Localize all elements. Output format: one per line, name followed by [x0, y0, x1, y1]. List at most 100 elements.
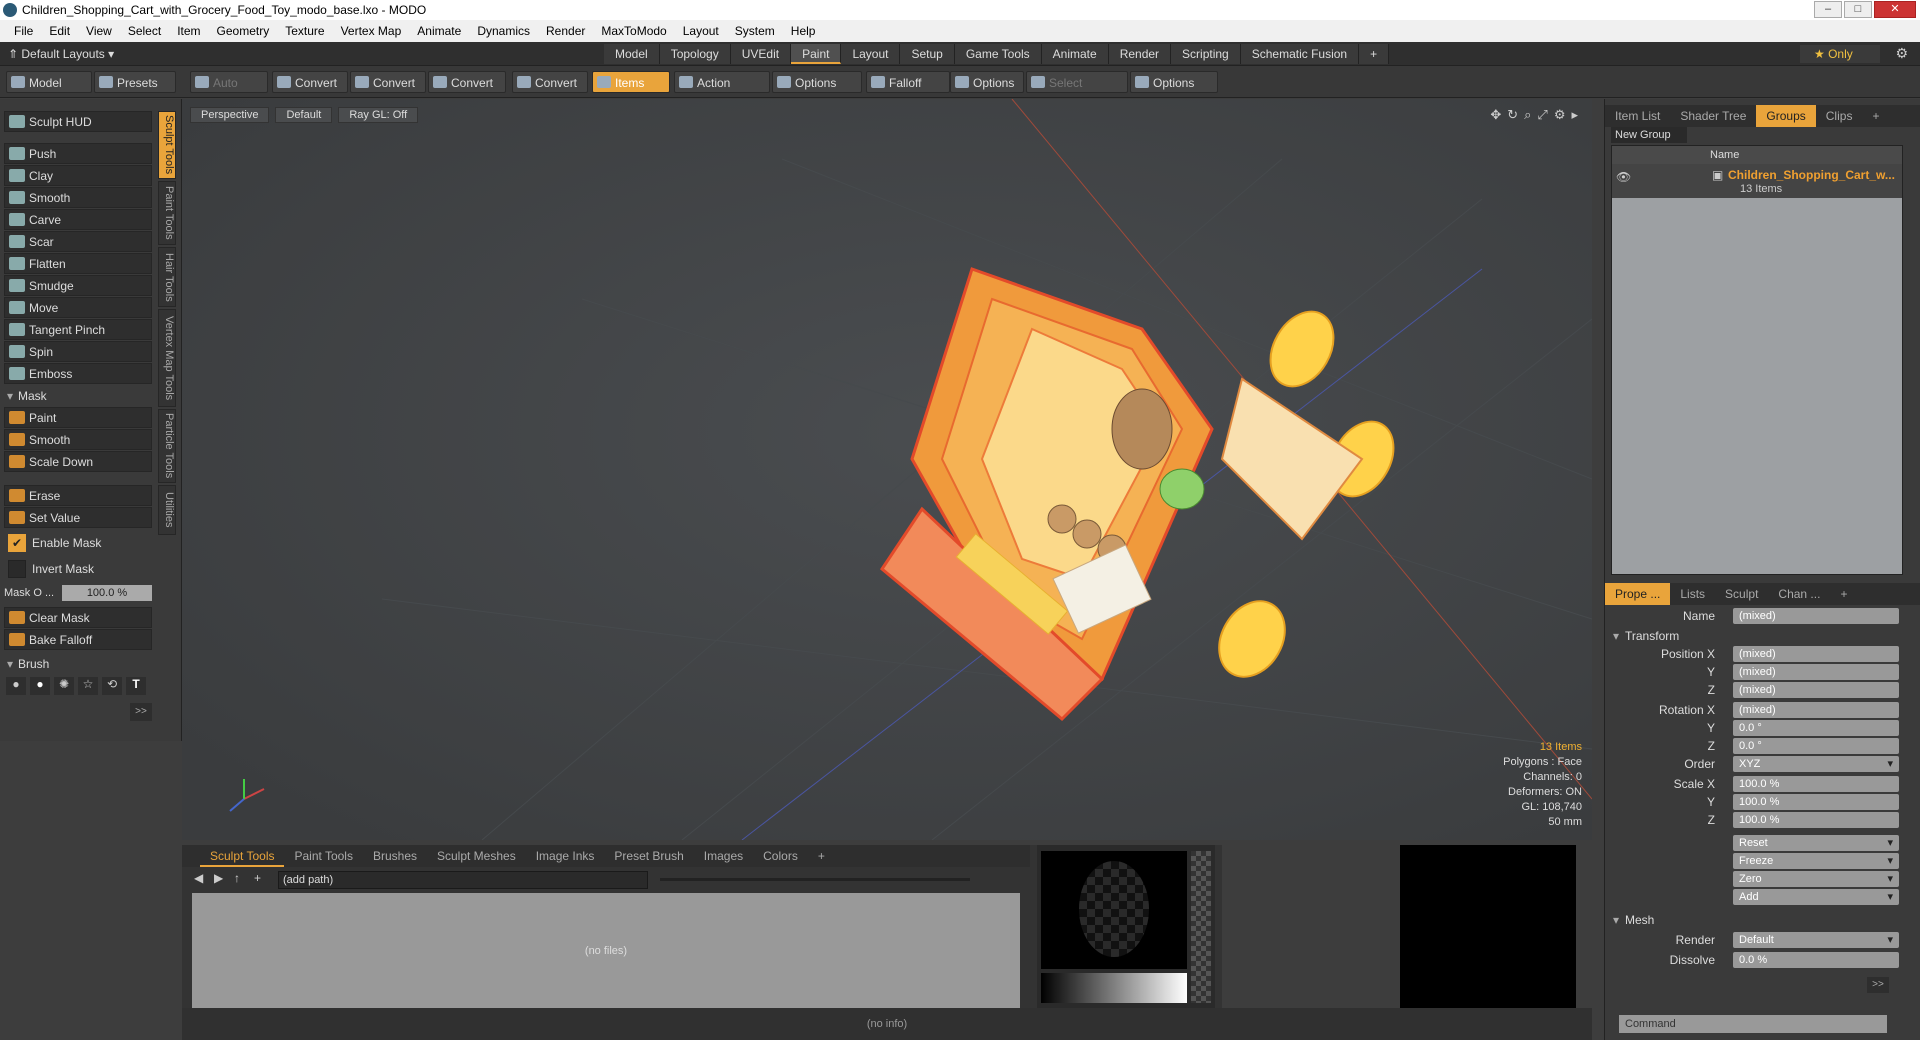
clear-mask-button[interactable]: Clear Mask	[4, 607, 152, 628]
tab-brushes[interactable]: Brushes	[363, 845, 427, 867]
more-button[interactable]: >>	[130, 703, 152, 721]
tool-push[interactable]: Push	[4, 143, 152, 164]
file-browser[interactable]: (no files)	[192, 893, 1020, 1009]
menu-animate[interactable]: Animate	[409, 24, 469, 38]
reset-dropdown[interactable]: Reset	[1733, 835, 1899, 851]
menu-item[interactable]: Item	[169, 24, 208, 38]
tab-schematic-fusion[interactable]: Schematic Fusion	[1240, 44, 1360, 64]
tool-emboss[interactable]: Emboss	[4, 363, 152, 384]
tab-sculpt[interactable]: Sculpt	[1715, 583, 1768, 605]
rotation-y-field[interactable]: 0.0 °	[1733, 720, 1899, 736]
falloff-options-button[interactable]: Options	[950, 71, 1024, 93]
tab-clips[interactable]: Clips	[1816, 105, 1863, 127]
scale-z-field[interactable]: 100.0 %	[1733, 812, 1899, 828]
text-brush-icon[interactable]: T	[126, 677, 146, 695]
menu-vertex-map[interactable]: Vertex Map	[333, 24, 410, 38]
select-options-button[interactable]: Options	[1130, 71, 1218, 93]
tab-game-tools[interactable]: Game Tools	[954, 44, 1042, 64]
falloff-button[interactable]: Falloff	[866, 71, 950, 93]
select-through-button[interactable]: Select Through	[1026, 71, 1128, 112]
brush-section-header[interactable]: Brush	[4, 655, 152, 673]
invert-mask-checkbox[interactable]: Invert Mask	[4, 559, 152, 580]
add-icon[interactable]: +	[254, 871, 261, 885]
new-group-button[interactable]: New Group	[1611, 127, 1687, 143]
render-dropdown[interactable]: Default	[1733, 932, 1899, 948]
sculpt-hud-button[interactable]: Sculpt HUD	[4, 111, 152, 132]
star-brush-icon[interactable]: ☆	[78, 677, 98, 695]
menu-layout[interactable]: Layout	[675, 24, 727, 38]
menu-render[interactable]: Render	[538, 24, 593, 38]
mask-erase-button[interactable]: Erase	[4, 485, 152, 506]
tool-spin[interactable]: Spin	[4, 341, 152, 362]
tab-item-list[interactable]: Item List	[1605, 105, 1670, 127]
menu-maxtomodo[interactable]: MaxToModo	[593, 24, 674, 38]
more-properties-button[interactable]: >>	[1867, 977, 1889, 993]
shading-dropdown[interactable]: Default	[275, 107, 333, 123]
fit-icon[interactable]: ⤢	[1537, 107, 1547, 123]
tab-layout[interactable]: Layout	[841, 44, 901, 64]
tool-flatten[interactable]: Flatten	[4, 253, 152, 274]
tab-render[interactable]: Render	[1108, 44, 1172, 64]
hard-brush-icon[interactable]: ●	[30, 677, 50, 695]
viewport-menu-icon[interactable]: ▸	[1571, 107, 1578, 123]
scale-x-field[interactable]: 100.0 %	[1733, 776, 1899, 792]
tool-carve[interactable]: Carve	[4, 209, 152, 230]
position-z-field[interactable]: (mixed)	[1733, 682, 1899, 698]
menu-edit[interactable]: Edit	[41, 24, 78, 38]
tool-tangent-pinch[interactable]: Tangent Pinch	[4, 319, 152, 340]
name-field[interactable]: (mixed)	[1733, 608, 1899, 624]
vtab-particle-tools[interactable]: Particle Tools	[158, 409, 176, 483]
rotate-icon[interactable]: ↻	[1507, 107, 1518, 123]
3d-viewport[interactable]: Perspective Default Ray GL: Off ✥ ↻ ⌕ ⤢ …	[182, 99, 1592, 840]
add-tab-button[interactable]: +	[1359, 44, 1390, 64]
items-button[interactable]: Items 5	[592, 71, 670, 112]
tab-image-inks[interactable]: Image Inks	[526, 845, 605, 867]
convert-vertices-button[interactable]: Convert	[272, 71, 348, 93]
tab-scripting[interactable]: Scripting	[1171, 44, 1241, 64]
add-tab-button[interactable]: +	[808, 845, 835, 867]
model-button[interactable]: Model F2	[6, 71, 92, 112]
vtab-paint-tools[interactable]: Paint Tools	[158, 181, 176, 245]
tab-colors[interactable]: Colors	[753, 845, 808, 867]
group-row[interactable]: 👁 ▣ Children_Shopping_Cart_w... 13 Items	[1612, 164, 1902, 198]
tab-setup[interactable]: Setup	[900, 44, 955, 64]
vtab-sculpt-tools[interactable]: Sculpt Tools	[158, 111, 176, 179]
tab-channels[interactable]: Chan ...	[1768, 583, 1830, 605]
mask-paint-button[interactable]: Paint	[4, 407, 152, 428]
presets-button[interactable]: Presets F6	[94, 71, 176, 112]
default-layouts-dropdown[interactable]: ⇑ Default Layouts ▾	[8, 47, 114, 61]
back-icon[interactable]: ◀	[194, 871, 203, 885]
mask-smooth-button[interactable]: Smooth	[4, 429, 152, 450]
mask-opacity-field[interactable]: 100.0 %	[62, 585, 152, 601]
tab-shader-tree[interactable]: Shader Tree	[1670, 105, 1756, 127]
gear-icon[interactable]: ⚙	[1895, 45, 1908, 62]
tab-lists[interactable]: Lists	[1670, 583, 1715, 605]
convert-items-button[interactable]: Convert	[512, 71, 588, 93]
scale-y-field[interactable]: 100.0 %	[1733, 794, 1899, 810]
bake-falloff-button[interactable]: Bake Falloff	[4, 629, 152, 650]
tab-images[interactable]: Images	[694, 845, 753, 867]
mesh-section[interactable]: Mesh	[1611, 911, 1901, 929]
tool-scar[interactable]: Scar	[4, 231, 152, 252]
menu-system[interactable]: System	[727, 24, 783, 38]
vtab-hair-tools[interactable]: Hair Tools	[158, 247, 176, 307]
tab-uvedit[interactable]: UVEdit	[730, 44, 792, 64]
rotation-z-field[interactable]: 0.0 °	[1733, 738, 1899, 754]
vtab-utilities[interactable]: Utilities	[158, 485, 176, 535]
tab-paint[interactable]: Paint	[791, 44, 842, 64]
pan-icon[interactable]: ✥	[1490, 107, 1501, 123]
eye-icon[interactable]: 👁	[1616, 170, 1631, 184]
raygl-toggle[interactable]: Ray GL: Off	[338, 107, 419, 123]
command-input[interactable]: Command	[1619, 1015, 1887, 1033]
soft-brush-icon[interactable]: ●	[6, 677, 26, 695]
tab-animate[interactable]: Animate	[1041, 44, 1109, 64]
procedural-brush-icon[interactable]: ⟲	[102, 677, 122, 695]
convert-polygons-button[interactable]: Convert	[428, 71, 506, 93]
vtab-vertex-map-tools[interactable]: Vertex Map Tools	[158, 309, 176, 407]
position-y-field[interactable]: (mixed)	[1733, 664, 1899, 680]
action-center-button[interactable]: Action Center	[674, 71, 770, 112]
tab-preset-brush[interactable]: Preset Brush	[604, 845, 693, 867]
tool-smudge[interactable]: Smudge	[4, 275, 152, 296]
zero-dropdown[interactable]: Zero	[1733, 871, 1899, 887]
tab-sculpt-meshes[interactable]: Sculpt Meshes	[427, 845, 526, 867]
